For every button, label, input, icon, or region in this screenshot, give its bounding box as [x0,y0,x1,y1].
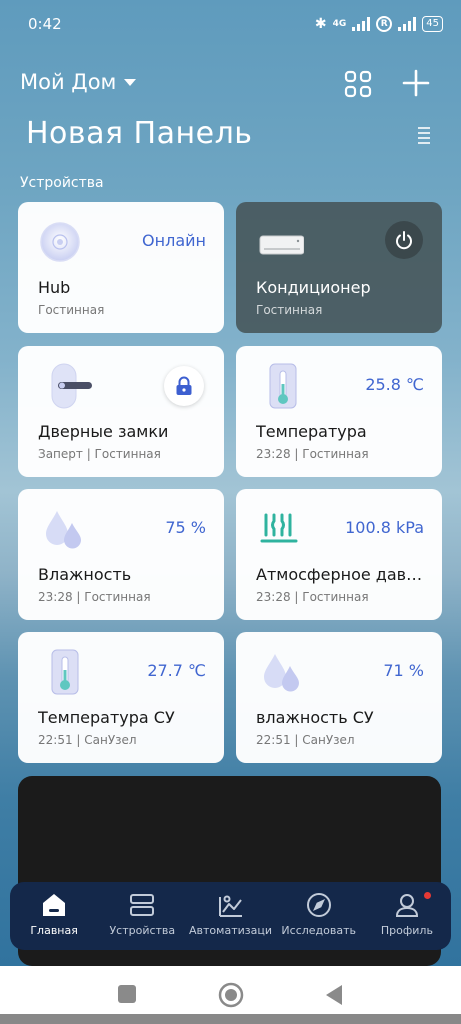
device-card-hub[interactable]: Онлайн Hub Гостинная [18,202,224,333]
hub-status: Онлайн [142,231,206,250]
grid-view-icon[interactable] [344,70,372,98]
device-card-humidity[interactable]: 75 % Влажность 23:28 | Гостинная [18,489,224,620]
humidity-icon [264,654,299,692]
devices-icon [130,894,155,916]
lock-button[interactable] [164,366,204,406]
temperature-value: 27.7 ℃ [147,661,206,680]
pressure-icon [260,513,298,543]
power-icon [396,231,412,250]
door-lock-icon [51,363,92,409]
profile-icon [395,894,418,917]
humidity-value: 75 % [165,518,206,537]
pressure-value: 100.8 kPa [345,518,424,537]
add-icon[interactable] [401,68,431,98]
temperature-value: 25.8 ℃ [365,375,424,394]
nav-label: Профиль [380,924,433,937]
device-name: Кондиционер [256,278,371,297]
device-name: Атмосферное давление [256,565,432,584]
thermometer-icon [51,649,79,695]
device-location: 22:51 | СанУзел [256,733,355,747]
system-nav-bar [0,966,461,1024]
roaming-icon: R [376,16,393,32]
bluetooth-icon: ✱ [314,16,327,32]
humidity-value: 71 % [383,661,424,680]
back-icon[interactable] [324,984,344,1006]
device-location: 23:28 | Гостинная [38,590,151,604]
device-location: 23:28 | Гостинная [256,590,369,604]
device-location: 23:28 | Гостинная [256,447,369,461]
device-card-door-lock[interactable]: Дверные замки Заперт | Гостинная [18,346,224,477]
nav-explore[interactable]: Исследовать [275,882,363,950]
device-card-temperature-su[interactable]: 27.7 ℃ Температура СУ 22:51 | СанУзел [18,632,224,763]
nav-label: Устройства [109,924,176,937]
device-name: Дверные замки [38,422,169,441]
recents-icon[interactable] [117,984,137,1004]
device-location: Заперт | Гостинная [38,447,161,461]
hub-icon [40,222,80,262]
air-conditioner-icon [259,235,304,255]
nav-home[interactable]: Главная [10,882,98,950]
status-icons: ✱ 4G R 45 [315,16,443,32]
section-label: Устройства [20,175,104,191]
device-location: Гостинная [38,303,105,317]
signal-icon-2 [398,17,417,31]
automation-icon [218,895,242,917]
home-name: Мой Дом [20,70,117,94]
humidity-icon [46,511,81,549]
network-type: 4G [332,19,347,29]
caret-down-icon [124,78,137,86]
nav-label: Исследовать [281,924,356,937]
status-bar: 0:42 ✱ 4G R 45 [0,0,461,48]
panel-title: Новая Панель [26,116,253,151]
home-selector[interactable]: Мой Дом [20,70,137,94]
device-location: Гостинная [256,303,323,317]
device-name: Hub [38,278,71,297]
device-card-air-conditioner[interactable]: Кондиционер Гостинная [236,202,442,333]
device-card-humidity-su[interactable]: 71 % влажность СУ 22:51 | СанУзел [236,632,442,763]
bottom-nav: Главная Устройства Автоматизаци Исследов… [10,882,451,950]
device-name: Температура СУ [38,708,175,727]
home-icon [43,894,66,916]
signal-icon [352,17,371,31]
device-card-pressure[interactable]: 100.8 kPa Атмосферное давление 23:28 | Г… [236,489,442,620]
status-time: 0:42 [28,15,62,33]
nav-label: Автоматизаци [189,924,272,937]
device-location: 22:51 | СанУзел [38,733,137,747]
lock-icon [176,376,192,395]
device-name: Влажность [38,565,132,584]
device-name: Температура [256,422,367,441]
compass-icon [306,893,331,917]
power-button[interactable] [385,221,423,259]
gesture-bar [0,1014,461,1024]
battery-icon: 45 [422,16,443,32]
home-system-icon[interactable] [218,982,244,1008]
menu-icon[interactable] [417,126,431,144]
notification-dot [424,892,432,899]
device-name: влажность СУ [256,708,374,727]
nav-profile[interactable]: Профиль [363,882,451,950]
device-card-temperature[interactable]: 25.8 ℃ Температура 23:28 | Гостинная [236,346,442,477]
thermometer-icon [269,363,297,409]
nav-label: Главная [30,924,78,937]
nav-devices[interactable]: Устройства [98,882,186,950]
nav-automation[interactable]: Автоматизаци [186,882,274,950]
